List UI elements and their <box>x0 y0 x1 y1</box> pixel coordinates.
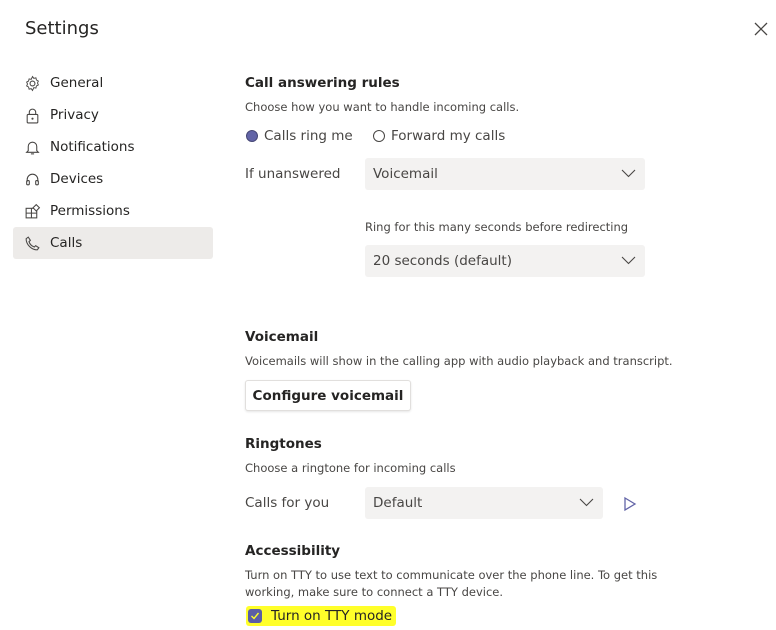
close-icon[interactable] <box>752 20 770 38</box>
checkbox-checked-icon <box>248 609 262 623</box>
lock-icon <box>26 108 39 123</box>
voicemail-description: Voicemails will show in the calling app … <box>245 354 673 368</box>
voicemail-heading: Voicemail <box>245 329 319 345</box>
chevron-down-icon <box>579 498 594 507</box>
accessibility-description-line2: working, make sure to connect a TTY devi… <box>245 585 503 599</box>
radio-label: Calls ring me <box>264 128 353 144</box>
calls-for-you-label: Calls for you <box>245 495 330 511</box>
ringtones-heading: Ringtones <box>245 436 322 452</box>
sidebar-item-privacy[interactable]: Privacy <box>13 99 213 131</box>
calls-for-you-dropdown[interactable]: Default <box>365 487 603 519</box>
play-icon[interactable] <box>623 496 637 512</box>
chevron-down-icon <box>621 256 636 265</box>
if-unanswered-label: If unanswered <box>245 166 341 182</box>
radio-label: Forward my calls <box>391 128 506 144</box>
sidebar-item-label: Notifications <box>50 139 135 155</box>
apps-icon <box>25 203 41 218</box>
bell-icon <box>25 141 40 154</box>
tty-mode-label: Turn on TTY mode <box>271 608 393 624</box>
sidebar-item-label: Calls <box>50 235 83 251</box>
sidebar-item-label: Devices <box>50 171 104 187</box>
sidebar-item-notifications[interactable]: Notifications <box>13 131 213 163</box>
call-answering-description: Choose how you want to handle incoming c… <box>245 100 520 114</box>
ring-duration-dropdown[interactable]: 20 seconds (default) <box>365 245 645 277</box>
accessibility-description-line1: Turn on TTY to use text to communicate o… <box>245 568 658 582</box>
radio-unselected-icon <box>373 130 385 142</box>
sidebar-item-devices[interactable]: Devices <box>13 163 213 195</box>
sidebar-item-label: Privacy <box>50 107 99 123</box>
tty-mode-checkbox[interactable]: Turn on TTY mode <box>246 606 397 626</box>
sidebar-nav: General Privacy Notifications Devices Pe… <box>13 67 213 259</box>
sidebar-item-permissions[interactable]: Permissions <box>13 195 213 227</box>
dropdown-value: 20 seconds (default) <box>373 253 512 269</box>
configure-voicemail-button[interactable]: Configure voicemail <box>245 380 411 411</box>
if-unanswered-dropdown[interactable]: Voicemail <box>365 158 645 190</box>
call-answering-heading: Call answering rules <box>245 75 400 91</box>
headset-icon <box>26 173 39 185</box>
sidebar-item-general[interactable]: General <box>13 67 213 99</box>
dropdown-value: Voicemail <box>373 166 438 182</box>
radio-calls-ring-me[interactable]: Calls ring me <box>246 128 353 144</box>
dropdown-value: Default <box>373 495 423 511</box>
chevron-down-icon <box>621 169 636 178</box>
ring-duration-label: Ring for this many seconds before redire… <box>365 220 629 234</box>
radio-selected-icon <box>246 130 258 142</box>
accessibility-heading: Accessibility <box>245 543 341 559</box>
gear-icon <box>26 75 39 91</box>
sidebar-item-label: Permissions <box>50 203 130 219</box>
sidebar-item-calls[interactable]: Calls <box>13 227 213 259</box>
phone-icon <box>25 235 40 250</box>
radio-forward-my-calls[interactable]: Forward my calls <box>373 128 505 144</box>
ringtones-description: Choose a ringtone for incoming calls <box>245 461 456 475</box>
sidebar-item-label: General <box>50 75 104 91</box>
page-title: Settings <box>25 18 99 39</box>
